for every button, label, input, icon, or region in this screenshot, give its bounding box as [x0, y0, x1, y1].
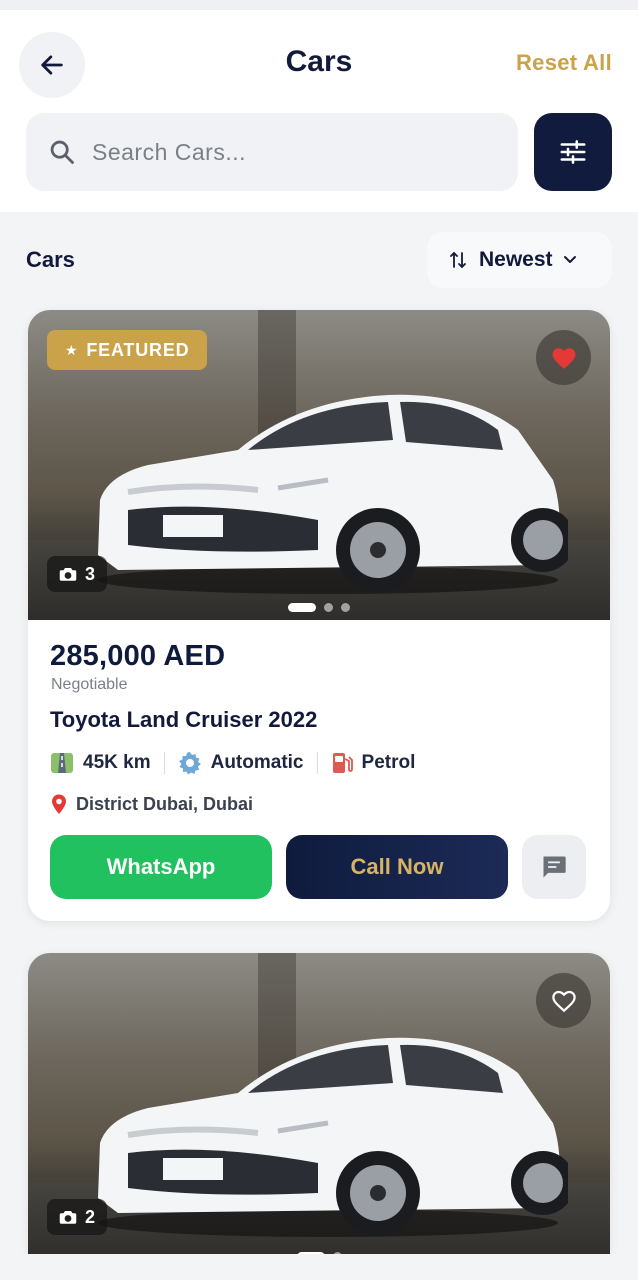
whatsapp-button[interactable]: WhatsApp: [50, 835, 272, 899]
favorite-button[interactable]: [536, 330, 591, 385]
favorite-button[interactable]: [536, 973, 591, 1028]
featured-badge: ★ FEATURED: [47, 330, 208, 370]
back-button[interactable]: [19, 32, 85, 98]
road-icon: [51, 753, 73, 773]
search-input[interactable]: [92, 138, 492, 166]
photo-count: 3: [85, 563, 96, 584]
arrow-left-icon: [41, 55, 63, 75]
price: 285,000 AED: [50, 640, 226, 672]
location-row: District Dubai, Dubai: [50, 793, 588, 815]
camera-icon: [59, 568, 77, 581]
card-body: 285,000 AED Negotiable Toyota Land Cruis…: [28, 620, 610, 921]
heart-outline-icon: [551, 990, 576, 1012]
listing-title[interactable]: Toyota Land Cruiser 2022: [50, 707, 588, 733]
sort-dropdown[interactable]: Newest: [427, 232, 612, 288]
search-icon: [48, 138, 76, 166]
car-photo[interactable]: ★ FEATURED 3: [28, 310, 610, 620]
transmission-value: Automatic: [210, 752, 304, 773]
carousel-dot[interactable]: [288, 603, 316, 612]
spec-transmission: Automatic: [178, 751, 304, 775]
photo-count-badge: 3: [47, 556, 108, 592]
car-photo[interactable]: 2: [28, 953, 610, 1254]
carousel-dots: [28, 603, 610, 612]
car-image: [98, 1037, 568, 1237]
listing-card[interactable]: ★ FEATURED 3 285,000 AED Negotiable Toyo…: [28, 310, 610, 921]
listing-card[interactable]: 2: [28, 953, 610, 1254]
reset-all-button[interactable]: Reset All: [516, 50, 612, 76]
star-icon: ★: [65, 341, 79, 358]
gear-icon: [178, 752, 201, 775]
location-pin-icon: [52, 794, 66, 814]
section-label: Cars: [26, 247, 75, 272]
chat-button[interactable]: [522, 835, 586, 899]
photo-count: 2: [85, 1206, 96, 1227]
car-image: [98, 394, 568, 594]
heart-filled-icon: [552, 347, 575, 369]
filter-button[interactable]: [534, 113, 612, 191]
camera-icon: [59, 1211, 77, 1224]
carousel-dot[interactable]: [324, 603, 333, 612]
divider: [316, 752, 318, 774]
featured-label: FEATURED: [86, 339, 190, 360]
fuel-pump-icon: [332, 753, 353, 773]
photo-count-badge: 2: [47, 1199, 108, 1235]
location-text: District Dubai, Dubai: [76, 793, 254, 814]
spec-fuel: Petrol: [331, 751, 416, 775]
status-area: [0, 0, 638, 10]
divider: [163, 752, 165, 774]
carousel-dot[interactable]: [341, 603, 350, 612]
specs-row: 45K km Automatic Petrol: [50, 751, 588, 775]
chevron-down-icon: [563, 256, 576, 263]
fuel-value: Petrol: [361, 752, 416, 773]
mileage-value: 45K km: [83, 752, 151, 773]
call-now-button[interactable]: Call Now: [286, 835, 508, 899]
search-box[interactable]: [26, 113, 518, 191]
negotiable-label: Negotiable: [51, 676, 128, 693]
bottom-area: [0, 1254, 638, 1280]
sort-arrows-icon: [450, 252, 466, 268]
chat-icon: [543, 856, 566, 878]
card-actions: WhatsApp Call Now: [50, 835, 588, 899]
spec-mileage: 45K km: [50, 752, 151, 774]
sliders-icon: [560, 140, 586, 164]
sort-label: Newest: [479, 248, 553, 271]
